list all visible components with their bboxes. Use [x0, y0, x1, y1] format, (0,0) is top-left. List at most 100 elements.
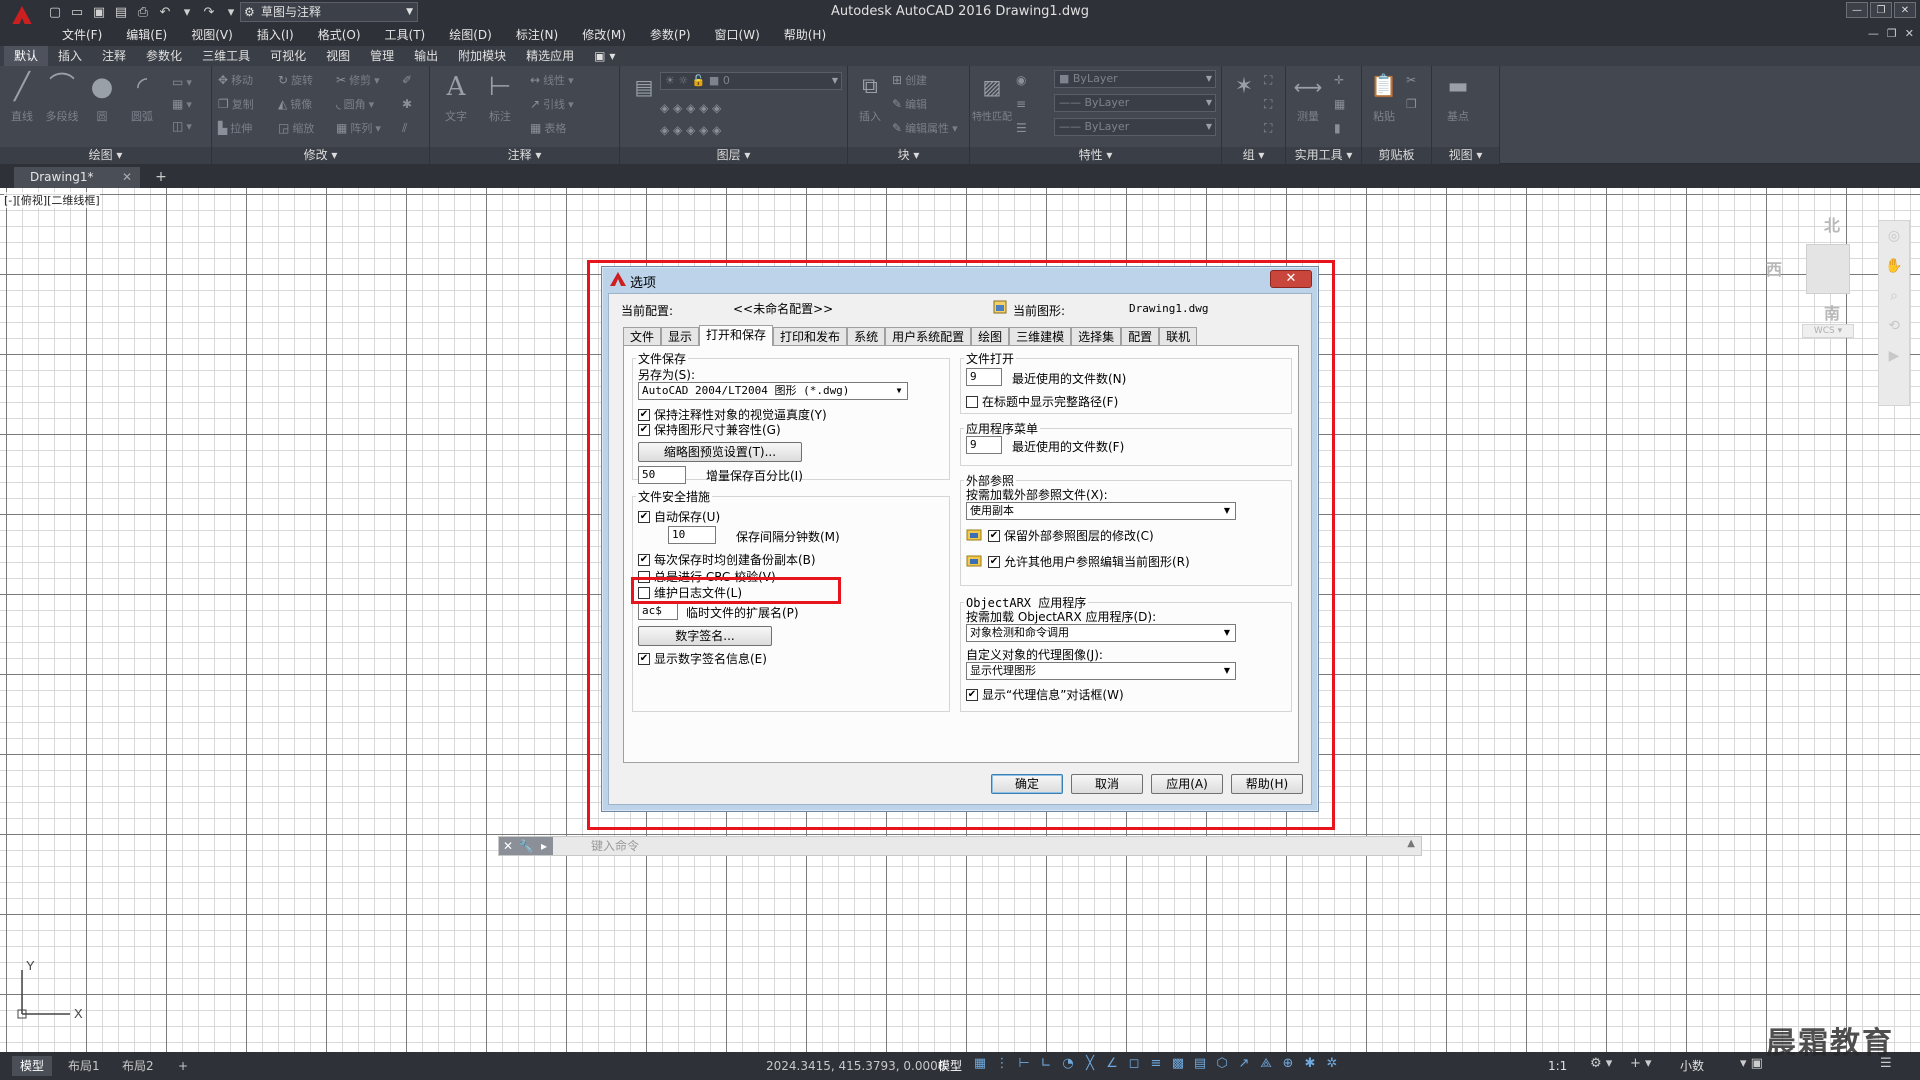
tab-output[interactable]: 输出 [404, 46, 448, 66]
tab-view[interactable]: 视图 [316, 46, 360, 66]
create-block-button[interactable]: ⊞ 创建 [892, 70, 927, 90]
tab-default[interactable]: 默认 [4, 46, 49, 66]
cut-icon[interactable]: ✂ [1406, 70, 1416, 90]
menu-file[interactable]: 文件(F) [50, 24, 114, 46]
print-icon[interactable]: ⎙ [134, 3, 152, 21]
tab-featured-apps[interactable]: 精选应用 [516, 46, 584, 66]
open-file-icon[interactable]: ▭ [68, 3, 86, 21]
panel-modify-title[interactable]: 修改 ▾ [212, 147, 429, 164]
undo-icon[interactable]: ↶ [156, 3, 174, 21]
viewcube-top-face[interactable] [1806, 244, 1850, 294]
infer-icon[interactable]: ⊢ [1016, 1056, 1032, 1071]
panel-draw-title[interactable]: 绘图 ▾ [0, 147, 211, 164]
close-icon[interactable]: ✕ [122, 167, 132, 188]
add-layout-icon[interactable]: + [170, 1056, 196, 1076]
selection-cycling-icon[interactable]: ▤ [1192, 1056, 1208, 1071]
chevron-up-icon[interactable]: ▲ [1407, 838, 1415, 849]
menu-view[interactable]: 视图(V) [179, 24, 245, 46]
annotation-monitor-icon[interactable]: + ▾ [1630, 1056, 1652, 1071]
panel-properties-title[interactable]: 特性 ▾ [970, 147, 1221, 164]
array-button[interactable]: ▦ 阵列 ▾ [336, 118, 381, 138]
menu-window[interactable]: 窗口(W) [703, 24, 772, 46]
region-icon[interactable]: ◫ ▾ [172, 116, 192, 136]
tab-3d-tools[interactable]: 三维工具 [192, 46, 260, 66]
redo-dropdown-icon[interactable]: ▾ [222, 3, 240, 21]
recent-commands-icon[interactable]: ▸ [535, 837, 553, 855]
doc-close-icon[interactable]: ✕ [1905, 27, 1914, 40]
group-select-icon[interactable]: ⛶ [1264, 118, 1272, 138]
annotation-visibility-icon[interactable]: ⟁ [1258, 1056, 1274, 1071]
tab-open-and-save[interactable]: 打开和保存 [699, 325, 774, 346]
pan-icon[interactable]: ✋ [1879, 251, 1909, 281]
panel-utilities-title[interactable]: 实用工具 ▾ [1286, 147, 1361, 164]
transparency-icon[interactable]: ▩ [1170, 1056, 1186, 1071]
layer-tools-row-2[interactable]: ◈ ◈ ◈ ◈ ◈ [660, 120, 721, 140]
point-icon[interactable]: ✛ [1334, 70, 1344, 90]
offset-icon[interactable]: ⫽ [402, 118, 407, 138]
close-command-icon[interactable]: ✕ [499, 837, 517, 855]
tab-parametric[interactable]: 参数化 [136, 46, 192, 66]
base-view-icon[interactable]: ▬ [1440, 72, 1476, 102]
viewcube-south[interactable]: 南 [1824, 300, 1840, 324]
color-combo[interactable]: ■ ByLayer ▼ [1054, 70, 1216, 88]
coordinates-readout[interactable]: 2024.3415, 415.3793, 0.0000 [766, 1052, 945, 1080]
tab-addins[interactable]: 附加模块 [448, 46, 516, 66]
rectangle-icon[interactable]: ▭ ▾ [172, 72, 192, 92]
zoom-icon[interactable]: ⌕ [1879, 281, 1909, 311]
fillet-button[interactable]: ◟ 圆角 ▾ [336, 94, 374, 114]
tab-annotate[interactable]: 注释 [92, 46, 136, 66]
copy-button[interactable]: ❐ 复制 [218, 94, 254, 114]
wcs-menu[interactable]: WCS ▾ [1802, 324, 1854, 338]
hatch-icon[interactable]: ▦ ▾ [172, 94, 192, 114]
erase-icon[interactable]: ✐ [402, 70, 412, 90]
file-tab-drawing1[interactable]: Drawing1* ✕ [14, 167, 140, 188]
panel-view-title[interactable]: 视图 ▾ [1432, 147, 1499, 164]
command-input[interactable] [591, 838, 1391, 854]
arc-icon[interactable]: ◜ [124, 72, 160, 102]
annotation-scale-icon[interactable]: ✱ [1302, 1056, 1318, 1071]
ribbon-options-icon[interactable]: ▣ ▾ [584, 46, 625, 66]
edit-attributes-button[interactable]: ✎ 编辑属性 ▾ [892, 118, 958, 138]
layout-tab-layout2[interactable]: 布局2 [114, 1056, 162, 1076]
tab-visualize[interactable]: 可视化 [260, 46, 316, 66]
new-file-icon[interactable]: ▢ [46, 3, 64, 21]
group-edit-icon[interactable]: ⛶ [1264, 94, 1272, 114]
menu-tools[interactable]: 工具(T) [373, 24, 438, 46]
match-properties-icon[interactable]: ▨ [974, 72, 1010, 102]
3d-osnap-icon[interactable]: ⬡ [1214, 1056, 1230, 1071]
lineweight-toggle-icon[interactable]: ≡ [1148, 1056, 1164, 1071]
menu-insert[interactable]: 插入(I) [245, 24, 306, 46]
text-icon[interactable]: A [438, 72, 474, 102]
color-wheel-icon[interactable]: ◉ [1016, 70, 1026, 90]
workspace-gear-icon[interactable]: ⚙ ▾ [1590, 1056, 1612, 1071]
leader-button[interactable]: ↗ 引线 ▾ [530, 94, 574, 114]
group-icon[interactable]: ✶ [1226, 72, 1262, 102]
panel-block-title[interactable]: 块 ▾ [848, 147, 969, 164]
grid-icon[interactable]: ▦ [972, 1056, 988, 1071]
quick-properties-icon[interactable]: ▾ ▣ [1740, 1056, 1763, 1071]
layout-tab-layout1[interactable]: 布局1 [60, 1056, 108, 1076]
menu-format[interactable]: 格式(O) [306, 24, 373, 46]
viewcube-west[interactable]: 西 [1766, 256, 1782, 280]
model-space-button[interactable]: 模型 [938, 1056, 962, 1076]
circle-icon[interactable]: ● [84, 72, 120, 102]
calc-icon[interactable]: ▦ [1334, 94, 1345, 114]
dimension-icon[interactable]: ⊢ [482, 72, 518, 102]
showmotion-icon[interactable]: ▶ [1879, 341, 1909, 371]
insert-block-icon[interactable]: ⧉ [852, 72, 888, 102]
osnap-icon[interactable]: ╳ [1082, 1056, 1098, 1071]
explode-icon[interactable]: ✱ [402, 94, 412, 114]
menu-modify[interactable]: 修改(M) [570, 24, 638, 46]
scale-button[interactable]: ◲ 缩放 [278, 118, 314, 138]
redo-icon[interactable]: ↷ [200, 3, 218, 21]
save-as-icon[interactable]: ▤ [112, 3, 130, 21]
layer-combo[interactable]: ☀ ☼ 🔓 ■ 0 ▼ [660, 72, 842, 90]
doc-restore-icon[interactable]: ❐ [1887, 27, 1897, 40]
menu-edit[interactable]: 编辑(E) [114, 24, 179, 46]
tab-manage[interactable]: 管理 [360, 46, 404, 66]
polyline-icon[interactable]: ⌒ [44, 72, 80, 102]
ungroup-icon[interactable]: ⛶ [1264, 70, 1272, 90]
new-tab-button[interactable]: + [150, 168, 172, 186]
doc-minimize-icon[interactable]: — [1868, 27, 1879, 40]
paste-icon[interactable]: 📋 [1366, 72, 1402, 102]
